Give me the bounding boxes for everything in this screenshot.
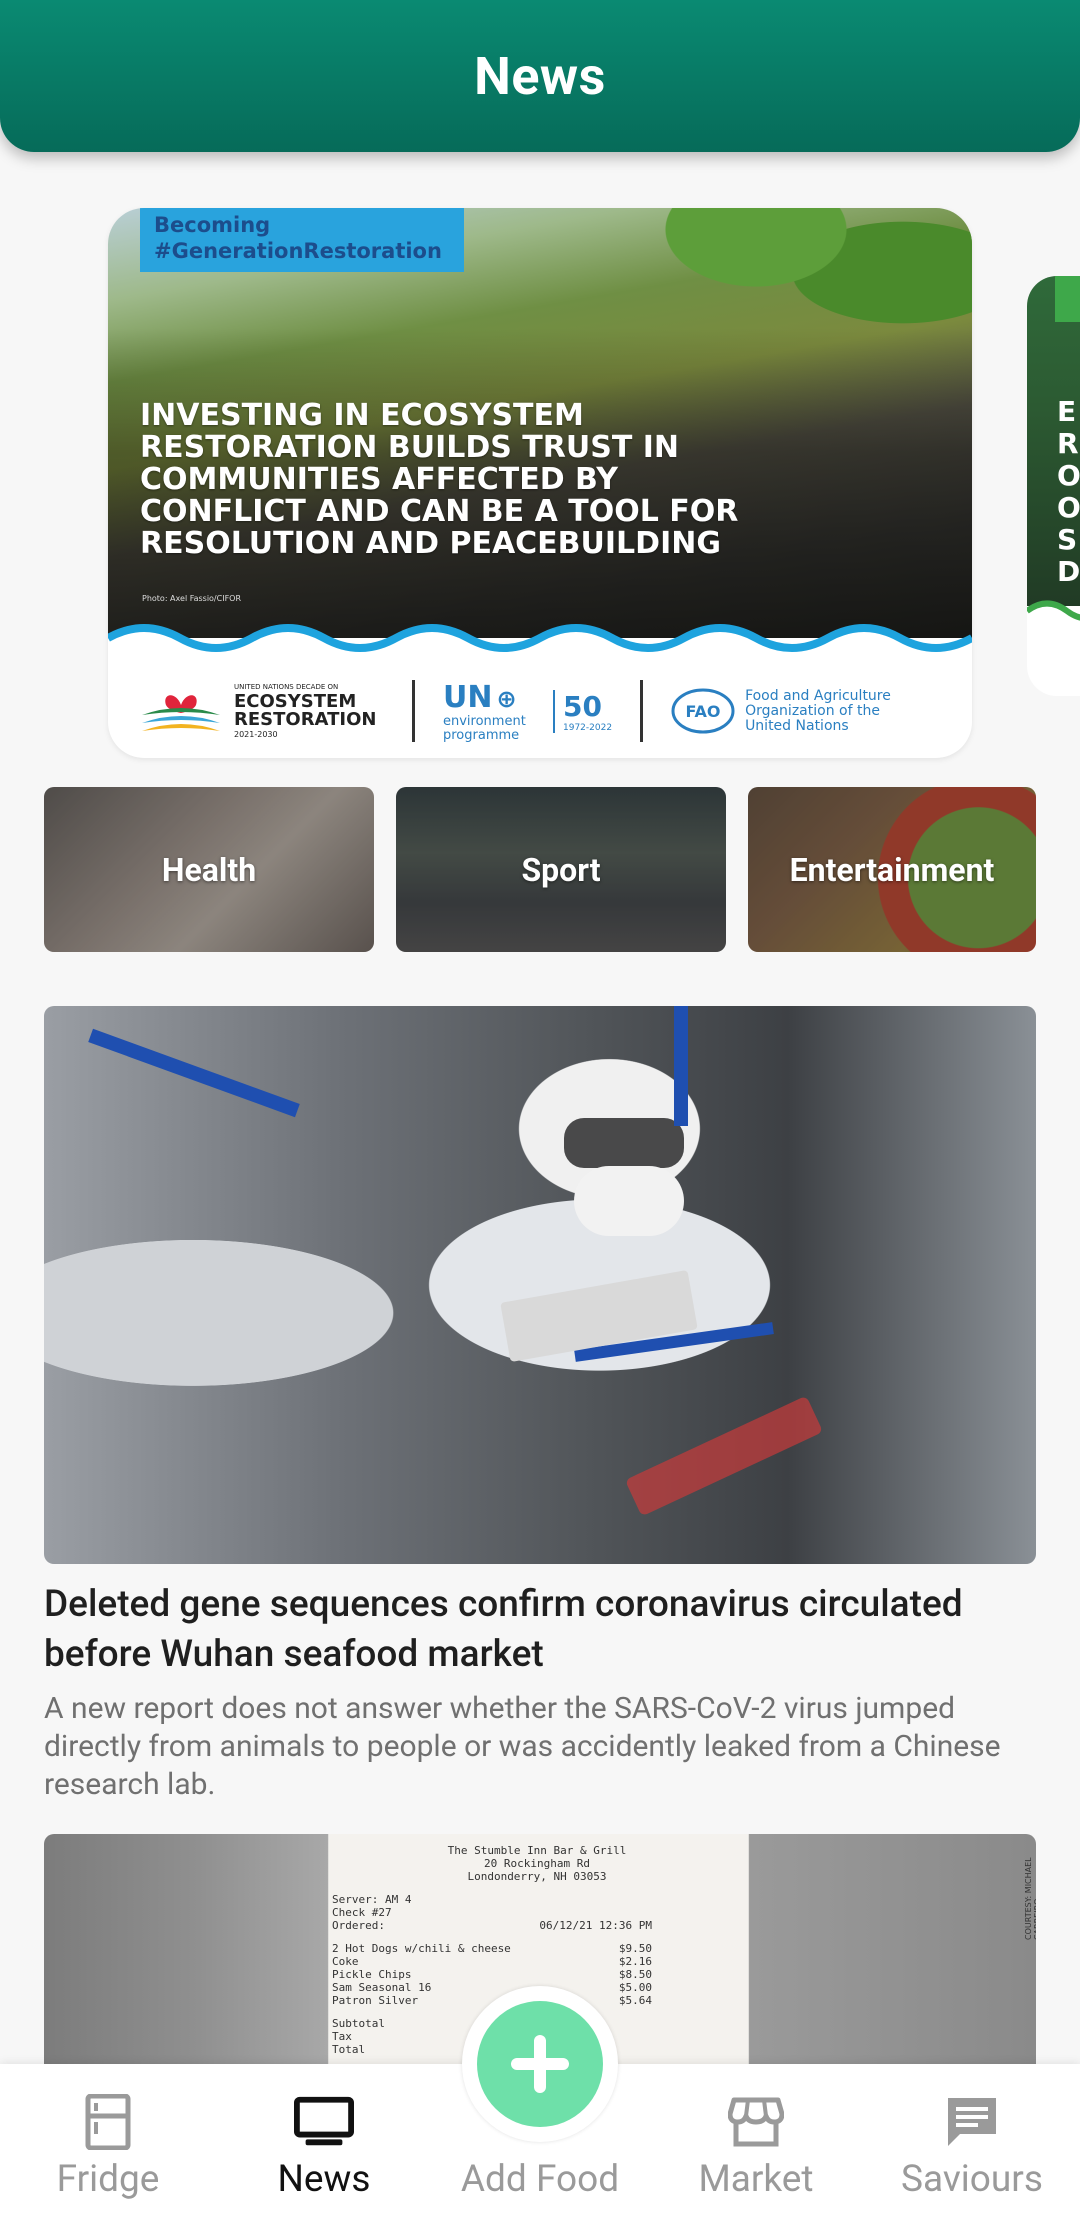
receipt-server: Server: AM 4 — [332, 1893, 412, 1906]
svg-text:FAO: FAO — [686, 702, 721, 721]
nav-label: Market — [698, 2158, 814, 2201]
photo-credit: Photo: Axel Fassio/CIFOR — [142, 594, 242, 603]
monitor-icon — [294, 2092, 354, 2152]
receipt-item: Patron Silver — [332, 1994, 419, 2007]
category-entertainment[interactable]: Entertainment — [748, 787, 1036, 952]
next-banner-peek[interactable]: E R O O S D — [1027, 276, 1080, 696]
logo-1-main: ECOSYSTEM RESTORATION — [234, 691, 377, 730]
logo-3-line-1: Food and Agriculture — [745, 687, 891, 704]
heart-leaf-icon — [142, 695, 220, 731]
news-article[interactable]: Deleted gene sequences confirm coronavir… — [44, 1006, 1036, 1804]
image-stripe — [88, 1028, 300, 1118]
logo-2-main: UN — [443, 679, 493, 715]
page-title: News — [474, 45, 606, 107]
nav-item-market[interactable]: Market — [648, 2064, 864, 2220]
category-label: Health — [161, 850, 257, 889]
logo-divider — [412, 680, 415, 742]
receipt-name: The Stumble Inn Bar & Grill — [447, 1844, 627, 1857]
add-food-fab[interactable] — [462, 1986, 618, 2142]
logo-3-line-2: Organization of the — [745, 702, 880, 719]
category-list: Health Sport Entertainment — [44, 787, 1036, 952]
fao-logo: FAO Food and Agriculture Organization of… — [671, 688, 891, 734]
category-health[interactable]: Health — [44, 787, 374, 952]
peek-wave — [1027, 600, 1080, 626]
receipt-item: Coke — [332, 1955, 359, 1968]
receipt-item: Sam Seasonal 16 — [332, 1981, 432, 1994]
receipt-price: $5.64 — [618, 1994, 652, 2007]
nav-label: Add Food — [460, 2158, 620, 2201]
peek-letters: E R O O S D — [1057, 395, 1080, 588]
nav-label: Fridge — [56, 2158, 160, 2201]
banner-headline: Investing in ecosystem restoration build… — [140, 398, 739, 561]
image-sample-tubes — [624, 1395, 824, 1517]
store-icon — [726, 2092, 786, 2152]
image-courtesy: COURTESY: MICHAEL CARREIRO — [1024, 1857, 1036, 1940]
logo-divider — [640, 680, 644, 742]
plus-icon — [511, 2035, 569, 2093]
receipt-price: $9.50 — [618, 1942, 652, 1955]
featured-banner[interactable]: Becoming #GenerationRestoration Investin… — [108, 208, 972, 758]
article-title[interactable]: Deleted gene sequences confirm coronavir… — [44, 1580, 1036, 1680]
receipt-address-2: Londonderry, NH 03053 — [467, 1870, 607, 1883]
logo-3-line-3: United Nations — [745, 717, 849, 734]
logo-2-sub: environment programme — [443, 713, 526, 743]
receipt-check: Check #27 — [332, 1906, 392, 1919]
image-mask-shape — [574, 1166, 684, 1236]
globe-icon: ⊕ — [496, 684, 517, 713]
receipt-price: $2.16 — [618, 1955, 652, 1968]
banner-logos: UNITED NATIONS DECADE ON ECOSYSTEM RESTO… — [108, 664, 972, 758]
nav-item-news[interactable]: News — [216, 2064, 432, 2220]
banner-tag-line-1: Becoming — [154, 213, 271, 237]
banner-tag: Becoming #GenerationRestoration — [140, 208, 464, 272]
receipt-ordered: Ordered: — [332, 1919, 385, 1932]
nav-label: News — [277, 2158, 371, 2201]
fao-emblem-icon: FAO — [671, 688, 735, 734]
category-label: Sport — [521, 850, 601, 889]
article-summary: A new report does not answer whether the… — [44, 1691, 1001, 1802]
article-image — [44, 1006, 1036, 1564]
nav-item-fridge[interactable]: Fridge — [0, 2064, 216, 2220]
receipt-price: $5.00 — [618, 1981, 652, 1994]
banner-tag-line-2: #GenerationRestoration — [154, 239, 442, 263]
category-sport[interactable]: Sport — [396, 787, 726, 952]
logo-2-years: 1972-2022 — [563, 722, 613, 733]
image-visor-shape — [564, 1118, 684, 1168]
receipt-price: $8.50 — [618, 1968, 652, 1981]
image-stripe — [674, 1006, 688, 1126]
unep-logo: UN ⊕ environment programme 50 1972-2022 — [443, 680, 612, 743]
banner-wave — [108, 624, 972, 668]
nav-item-saviours[interactable]: Saviours — [864, 2064, 1080, 2220]
nav-label: Saviours — [901, 2158, 1043, 2201]
fridge-icon — [78, 2092, 138, 2152]
receipt-item: Pickle Chips — [332, 1968, 412, 1981]
peek-tag — [1055, 276, 1080, 322]
app-header: News — [0, 0, 1080, 152]
featured-carousel[interactable]: Becoming #GenerationRestoration Investin… — [0, 208, 1080, 758]
logo-1-years: 2021-2030 — [234, 730, 278, 739]
ecosystem-restoration-logo: UNITED NATIONS DECADE ON ECOSYSTEM RESTO… — [138, 681, 384, 741]
logo-2-anniv: 50 — [563, 689, 602, 723]
add-food-button[interactable] — [477, 2001, 603, 2127]
receipt-date: 06/12/21 12:36 PM — [539, 1919, 652, 1932]
receipt-item: 2 Hot Dogs w/chili & cheese — [332, 1942, 511, 1955]
receipt-address-1: 20 Rockingham Rd — [484, 1857, 590, 1870]
chat-icon — [942, 2092, 1002, 2152]
category-label: Entertainment — [789, 850, 995, 889]
